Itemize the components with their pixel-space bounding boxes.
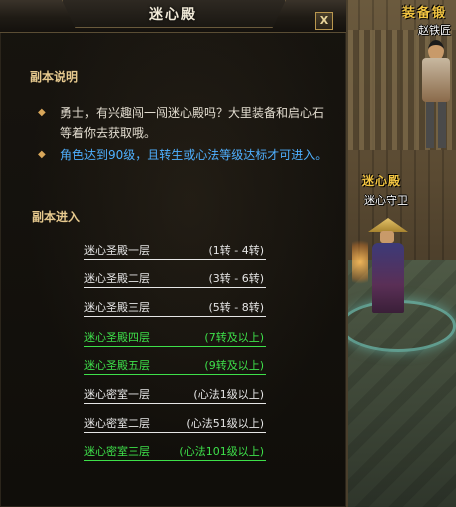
dungeon-requirement: (1转 - 4转)	[208, 244, 264, 257]
dungeon-dialog: 迷心殿 X 副本说明 ◆ 勇士，有兴趣闯一闯迷心殿吗？大里装备和启心石 等着你去…	[0, 0, 348, 507]
requirement-text: 角色达到90级，且转生或心法等级达标才可进入。	[60, 148, 328, 162]
npc-face	[380, 231, 394, 243]
description-heading: 副本说明	[30, 70, 79, 84]
dungeon-requirement: (9转及以上)	[204, 359, 264, 372]
dungeon-name: 迷心密室一层	[84, 388, 150, 401]
bullet-icon: ◆	[38, 149, 46, 160]
dungeon-link-temple-4[interactable]: 迷心圣殿四层 (7转及以上)	[84, 330, 266, 347]
dungeon-link-chamber-3[interactable]: 迷心密室三层 (心法101级以上)	[84, 444, 266, 461]
npc-title-label: 迷心殿	[362, 174, 402, 188]
close-button[interactable]: X	[315, 12, 333, 30]
blacksmith-npc[interactable]	[418, 40, 454, 150]
npc-hat	[368, 218, 408, 232]
npc-robe	[372, 243, 404, 313]
dungeon-link-chamber-2[interactable]: 迷心密室二层 (心法51级以上)	[84, 416, 266, 433]
npc-body	[422, 58, 450, 102]
blacksmith-name-label: 赵铁匠	[418, 24, 451, 37]
dungeon-requirement: (7转及以上)	[204, 331, 264, 344]
npc-legs	[426, 102, 446, 148]
dungeon-link-chamber-1[interactable]: 迷心密室一层 (心法1级以上)	[84, 387, 266, 404]
dungeon-name: 迷心圣殿二层	[84, 272, 150, 285]
guard-name-label: 迷心守卫	[364, 194, 408, 207]
dialog-title: 迷心殿	[149, 7, 197, 23]
shop-sign: 装备锻	[402, 6, 448, 21]
dungeon-link-temple-3[interactable]: 迷心圣殿三层 (5转 - 8转)	[84, 300, 266, 317]
guard-npc[interactable]	[366, 218, 410, 314]
entry-heading: 副本进入	[32, 210, 81, 224]
dungeon-link-temple-5[interactable]: 迷心圣殿五层 (9转及以上)	[84, 358, 266, 375]
dungeon-name: 迷心圣殿五层	[84, 359, 150, 372]
dungeon-requirement: (心法101级以上)	[179, 445, 264, 458]
dungeon-name: 迷心密室三层	[84, 445, 150, 458]
dungeon-name: 迷心圣殿三层	[84, 301, 150, 314]
dungeon-requirement: (5转 - 8转)	[208, 301, 264, 314]
dungeon-requirement: (心法51级以上)	[186, 417, 264, 430]
dungeon-link-temple-1[interactable]: 迷心圣殿一层 (1转 - 4转)	[84, 243, 266, 260]
description-line-1: 勇士，有兴趣闯一闯迷心殿吗？大里装备和启心石	[60, 106, 325, 120]
dungeon-name: 迷心密室二层	[84, 417, 150, 430]
dungeon-requirement: (心法1级以上)	[193, 388, 264, 401]
dungeon-link-temple-2[interactable]: 迷心圣殿二层 (3转 - 6转)	[84, 271, 266, 288]
bullet-icon: ◆	[38, 107, 46, 118]
dungeon-name: 迷心圣殿四层	[84, 331, 150, 344]
dungeon-requirement: (3转 - 6转)	[208, 272, 264, 285]
dungeon-name: 迷心圣殿一层	[84, 244, 150, 257]
description-line-2: 等着你去获取哦。	[60, 126, 157, 140]
dialog-title-bar[interactable]: 迷心殿 X	[0, 0, 346, 33]
